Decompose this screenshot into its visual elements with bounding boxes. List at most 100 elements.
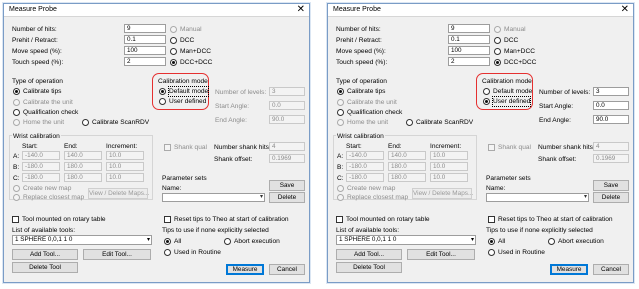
touch-speed-field[interactable]: 2 [124,57,166,66]
wrist-a-increment[interactable]: 10.0 [430,151,468,160]
shank-offset-field[interactable]: 0.1969 [593,154,629,163]
qualification-radio[interactable] [13,109,20,116]
wrist-c-increment[interactable]: 10.0 [106,173,144,182]
dcc-dcc-radio[interactable] [170,59,177,66]
abort-radio[interactable] [224,238,231,245]
levels-field[interactable]: 3 [593,87,629,96]
shank-offset-field[interactable]: 0.1969 [269,154,305,163]
end-angle-field[interactable]: 90.0 [593,115,629,124]
wrist-b-end[interactable]: 180.0 [64,162,102,171]
rotary-checkbox[interactable] [12,216,19,223]
save-button[interactable]: Save [269,180,305,191]
hits-field[interactable]: 9 [448,24,490,33]
hits-field[interactable]: 9 [124,24,166,33]
home-unit-radio[interactable] [13,119,20,126]
levels-field[interactable]: 3 [269,87,305,96]
qualification-radio[interactable] [337,109,344,116]
shank-hits-field[interactable]: 4 [593,142,629,151]
edit-tool-button[interactable]: Edit Tool... [407,249,475,260]
shank-qual-checkbox[interactable] [164,144,171,151]
wrist-c-start[interactable]: -180.0 [22,173,60,182]
wrist-b-start[interactable]: -180.0 [346,162,384,171]
tools-dropdown[interactable]: 1 SPHERE 0,0,1 1 0 ▾ [336,235,476,245]
delete-tool-button[interactable]: Delete Tool [336,262,402,273]
end-angle-field[interactable]: 90.0 [269,115,305,124]
calibrate-unit-radio[interactable] [337,99,344,106]
wrist-b-increment[interactable]: 10.0 [106,162,144,171]
default-mode-radio[interactable] [483,88,490,95]
paramsets-name-label: Name: [162,185,182,192]
all-radio[interactable] [488,238,495,245]
tools-dropdown[interactable]: 1 SPHERE 0,0,1 1 0 ▾ [12,235,152,245]
prehit-field[interactable]: 0.1 [124,35,166,44]
close-icon[interactable]: ✕ [297,4,305,16]
paramset-name-combo[interactable]: ▾ [486,193,589,202]
start-angle-field[interactable]: 0.0 [593,101,629,110]
wrist-a-end[interactable]: 140.0 [64,151,102,160]
used-routine-radio[interactable] [488,249,495,256]
wrist-c-end[interactable]: 180.0 [64,173,102,182]
calibrate-tips-radio[interactable] [13,88,20,95]
manual-radio[interactable] [170,26,177,33]
shank-hits-field[interactable]: 4 [269,142,305,151]
prehit-field[interactable]: 0.1 [448,35,490,44]
rotary-checkbox[interactable] [336,216,343,223]
touch-speed-field[interactable]: 2 [448,57,490,66]
man-dcc-radio[interactable] [170,48,177,55]
wrist-c-end[interactable]: 180.0 [388,173,426,182]
reset-tips-checkbox[interactable] [164,216,171,223]
wrist-end-label: End: [64,143,78,150]
delete-tool-button[interactable]: Delete Tool [12,262,78,273]
calibrate-tips-radio[interactable] [337,88,344,95]
add-tool-button[interactable]: Add Tool... [336,249,402,260]
create-map-radio[interactable] [13,185,20,192]
cancel-button[interactable]: Cancel [269,264,305,275]
dcc-radio[interactable] [494,37,501,44]
user-defined-radio[interactable] [159,98,166,105]
close-icon[interactable]: ✕ [621,4,629,16]
cancel-button[interactable]: Cancel [593,264,629,275]
replace-map-radio[interactable] [337,194,344,201]
move-speed-field[interactable]: 100 [448,46,490,55]
calibrate-scanrdv-radio[interactable] [406,119,413,126]
used-routine-radio[interactable] [164,249,171,256]
reset-tips-checkbox[interactable] [488,216,495,223]
wrist-a-end[interactable]: 140.0 [388,151,426,160]
all-radio[interactable] [164,238,171,245]
wrist-c-increment[interactable]: 10.0 [430,173,468,182]
view-delete-maps-button[interactable]: View / Delete Maps... [412,188,473,199]
wrist-b-end[interactable]: 180.0 [388,162,426,171]
wrist-b-start[interactable]: -180.0 [22,162,60,171]
wrist-a-start[interactable]: -140.0 [22,151,60,160]
dcc-dcc-radio[interactable] [494,59,501,66]
calibrate-scanrdv-radio[interactable] [82,119,89,126]
calibrate-unit-radio[interactable] [13,99,20,106]
replace-map-radio[interactable] [13,194,20,201]
save-button[interactable]: Save [593,180,629,191]
paramset-name-combo[interactable]: ▾ [162,193,265,202]
wrist-c-start[interactable]: -180.0 [346,173,384,182]
shank-qual-checkbox[interactable] [488,144,495,151]
view-delete-maps-button[interactable]: View / Delete Maps... [88,188,149,199]
wrist-a-start[interactable]: -140.0 [346,151,384,160]
home-unit-radio[interactable] [337,119,344,126]
measure-button[interactable]: Measure [550,264,588,275]
delete-paramset-button[interactable]: Delete [269,192,305,203]
user-defined-radio[interactable] [483,98,490,105]
man-dcc-radio[interactable] [494,48,501,55]
tips-use-label: Tips to use if none explicitly selected [162,227,269,234]
edit-tool-button[interactable]: Edit Tool... [83,249,151,260]
abort-radio[interactable] [548,238,555,245]
start-angle-field[interactable]: 0.0 [269,101,305,110]
default-mode-radio[interactable] [159,88,166,95]
home-unit-label: Home the unit [23,119,65,126]
move-speed-field[interactable]: 100 [124,46,166,55]
wrist-a-increment[interactable]: 10.0 [106,151,144,160]
delete-paramset-button[interactable]: Delete [593,192,629,203]
manual-radio[interactable] [494,26,501,33]
measure-button[interactable]: Measure [226,264,264,275]
add-tool-button[interactable]: Add Tool... [12,249,78,260]
wrist-b-increment[interactable]: 10.0 [430,162,468,171]
create-map-radio[interactable] [337,185,344,192]
dcc-radio[interactable] [170,37,177,44]
